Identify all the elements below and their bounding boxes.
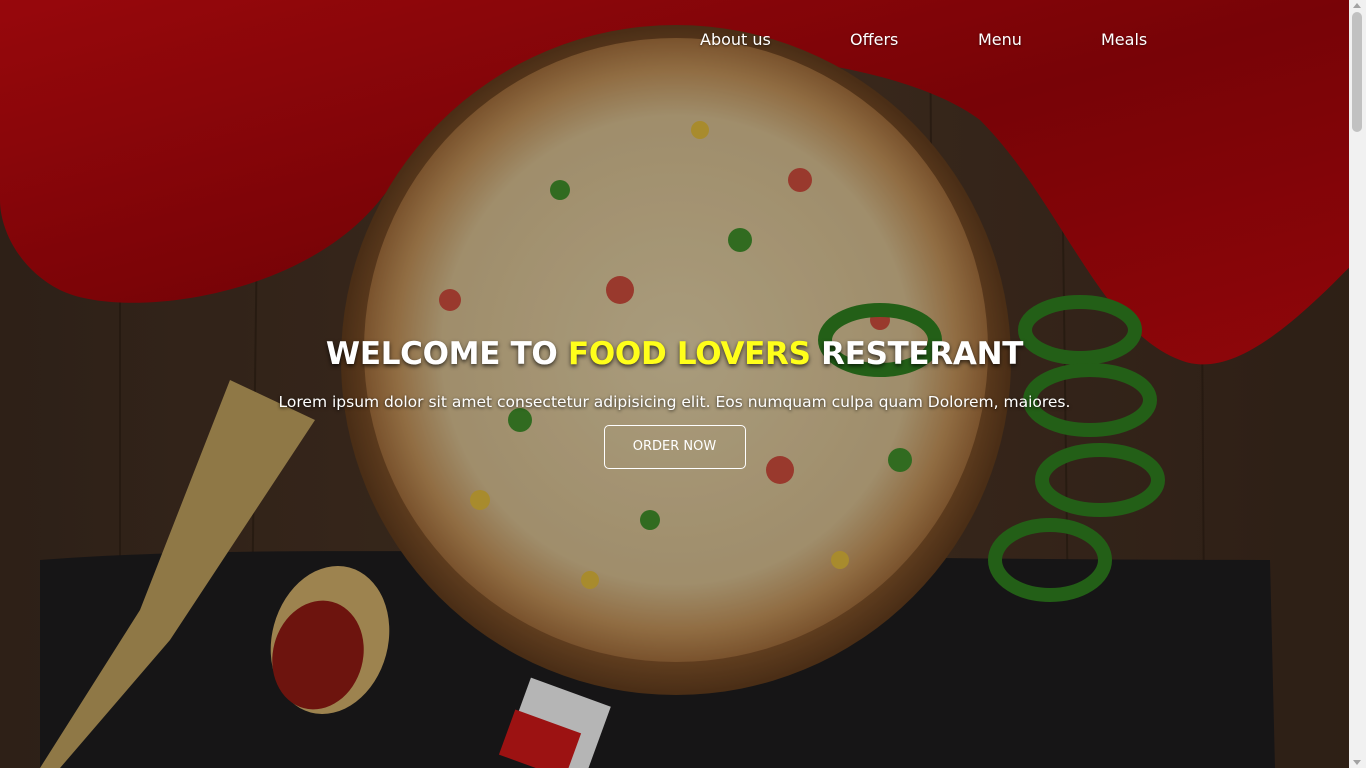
landing-page: About us Offers Menu Meals WELCOME TO FO…	[0, 0, 1366, 768]
hero-title-part1: WELCOME TO	[325, 336, 568, 372]
hero-title-part2: RESTERANT	[810, 336, 1024, 372]
hero-section: WELCOME TO FOOD LOVERS RESTERANT Lorem i…	[0, 334, 1349, 469]
nav-link-menu[interactable]: Menu	[978, 30, 1022, 49]
order-now-button[interactable]: ORDER NOW	[603, 425, 746, 469]
hero-title-accent: FOOD LOVERS	[567, 336, 811, 372]
nav-link-about-us[interactable]: About us	[700, 30, 771, 49]
hero-title: WELCOME TO FOOD LOVERS RESTERANT	[0, 334, 1349, 374]
nav-link-offers[interactable]: Offers	[850, 30, 898, 49]
hero-subtitle: Lorem ipsum dolor sit amet consectetur a…	[278, 393, 1071, 411]
vertical-scrollbar[interactable]	[1349, 0, 1366, 768]
scroll-down-arrow-icon[interactable]	[1353, 760, 1361, 765]
scrollbar-thumb[interactable]	[1352, 12, 1362, 132]
top-navigation: About us Offers Menu Meals	[0, 30, 1349, 56]
nav-link-meals[interactable]: Meals	[1101, 30, 1147, 49]
scroll-up-arrow-icon[interactable]	[1353, 3, 1361, 8]
